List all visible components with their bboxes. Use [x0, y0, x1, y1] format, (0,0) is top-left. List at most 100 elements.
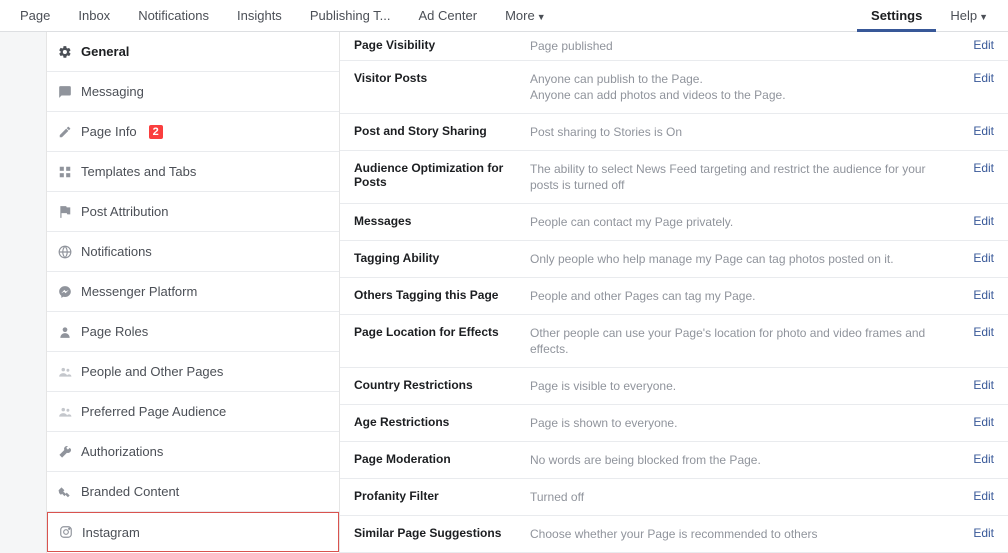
sidebar-item-page-info[interactable]: Page Info2 [47, 112, 339, 152]
setting-row-tagging-ability: Tagging Ability Only people who help mana… [340, 241, 1008, 278]
setting-row-visitor-posts: Visitor PostsAnyone can publish to the P… [340, 61, 1008, 114]
nav-notifications[interactable]: Notifications [124, 0, 223, 32]
setting-description-line2: Anyone can add photos and videos to the … [530, 87, 948, 103]
edit-link[interactable]: Edit [954, 38, 994, 52]
nav-publishing-t-[interactable]: Publishing T... [296, 0, 405, 32]
nav-settings[interactable]: Settings [857, 0, 936, 32]
sidebar-item-label: People and Other Pages [81, 364, 223, 379]
top-nav: PageInboxNotificationsInsightsPublishing… [0, 0, 1008, 32]
edit-link[interactable]: Edit [954, 214, 994, 228]
setting-description: Page published [530, 38, 948, 54]
sidebar-item-label: Templates and Tabs [81, 164, 196, 179]
top-nav-right: SettingsHelp▼ [857, 0, 1002, 32]
sidebar-item-label: Branded Content [81, 484, 179, 499]
setting-label: Country Restrictions [354, 378, 524, 392]
setting-label: Age Restrictions [354, 415, 524, 429]
sidebar-item-post-attribution[interactable]: Post Attribution [47, 192, 339, 232]
edit-link[interactable]: Edit [954, 415, 994, 429]
users-icon [57, 404, 73, 420]
settings-main: Page VisibilityPage publishedEditVisitor… [340, 32, 1008, 553]
sidebar-item-label: Instagram [82, 525, 140, 540]
flag-icon [57, 204, 73, 220]
setting-row-messages: Messages People can contact my Page priva… [340, 204, 1008, 241]
setting-label: Messages [354, 214, 524, 228]
edit-link[interactable]: Edit [954, 378, 994, 392]
person-icon [57, 324, 73, 340]
users-icon [57, 364, 73, 380]
setting-description: Only people who help manage my Page can … [530, 251, 948, 267]
content: GeneralMessagingPage Info2 Templates and … [0, 32, 1008, 553]
setting-label: Page Visibility [354, 38, 524, 52]
edit-link[interactable]: Edit [954, 71, 994, 85]
setting-row-similar-page-suggestions: Similar Page SuggestionsChoose whether y… [340, 516, 1008, 553]
nav-insights[interactable]: Insights [223, 0, 296, 32]
setting-label: Audience Optimization for Posts [354, 161, 524, 189]
nav-help[interactable]: Help▼ [936, 0, 1002, 32]
setting-label: Page Moderation [354, 452, 524, 466]
caret-down-icon: ▼ [537, 12, 546, 22]
setting-description: Post sharing to Stories is On [530, 124, 948, 140]
settings-list: Page VisibilityPage publishedEditVisitor… [340, 32, 1008, 553]
edit-link[interactable]: Edit [954, 452, 994, 466]
setting-description: People can contact my Page privately. [530, 214, 948, 230]
setting-description: No words are being blocked from the Page… [530, 452, 948, 468]
edit-link[interactable]: Edit [954, 161, 994, 175]
setting-description: Page is shown to everyone. [530, 415, 948, 431]
chat-icon [57, 84, 73, 100]
setting-description: Choose whether your Page is recommended … [530, 526, 948, 542]
sidebar-item-messenger-platform[interactable]: Messenger Platform [47, 272, 339, 312]
grid-icon [57, 164, 73, 180]
sidebar-item-preferred-page-audience[interactable]: Preferred Page Audience [47, 392, 339, 432]
nav-more[interactable]: More▼ [491, 0, 560, 32]
sidebar-item-label: Messenger Platform [81, 284, 197, 299]
setting-description: Turned off [530, 489, 948, 505]
sidebar-item-label: Post Attribution [81, 204, 168, 219]
wrench-icon [57, 444, 73, 460]
sidebar-item-label: Page Roles [81, 324, 148, 339]
top-nav-left: PageInboxNotificationsInsightsPublishing… [6, 0, 857, 32]
setting-row-age-restrictions: Age Restrictions Page is shown to everyon… [340, 405, 1008, 442]
setting-row-profanity-filter: Profanity Filter Turned off Edit [340, 479, 1008, 516]
handshake-icon [57, 484, 73, 500]
setting-label: Page Location for Effects [354, 325, 524, 339]
setting-description: Other people can use your Page's locatio… [530, 325, 948, 357]
sidebar-item-label: Authorizations [81, 444, 163, 459]
nav-inbox[interactable]: Inbox [64, 0, 124, 32]
setting-label: Post and Story Sharing [354, 124, 524, 138]
setting-label: Profanity Filter [354, 489, 524, 503]
caret-down-icon: ▼ [979, 12, 988, 22]
sidebar-item-general[interactable]: General [47, 32, 339, 72]
setting-label: Others Tagging this Page [354, 288, 524, 302]
edit-link[interactable]: Edit [954, 325, 994, 339]
nav-ad-center[interactable]: Ad Center [405, 0, 492, 32]
setting-label: Tagging Ability [354, 251, 524, 265]
nav-page[interactable]: Page [6, 0, 64, 32]
messenger-icon [57, 284, 73, 300]
sidebar-item-label: Preferred Page Audience [81, 404, 226, 419]
setting-row-others-tagging-this-page: Others Tagging this PagePeople and other… [340, 278, 1008, 315]
setting-description: The ability to select News Feed targetin… [530, 161, 948, 193]
sidebar-item-instagram[interactable]: Instagram [47, 512, 339, 552]
setting-row-page-moderation: Page Moderation No words are being blocke… [340, 442, 1008, 479]
globe-icon [57, 244, 73, 260]
setting-row-page-visibility: Page Visibility Page published Edit [340, 32, 1008, 61]
sidebar-item-notifications[interactable]: Notifications [47, 232, 339, 272]
settings-sidebar: GeneralMessagingPage Info2 Templates and … [46, 32, 340, 553]
edit-link[interactable]: Edit [954, 288, 994, 302]
sidebar-item-label: Notifications [81, 244, 152, 259]
sidebar-item-page-roles[interactable]: Page Roles [47, 312, 339, 352]
sidebar-item-branded-content[interactable]: Branded Content [47, 472, 339, 512]
sidebar-item-messaging[interactable]: Messaging [47, 72, 339, 112]
edit-link[interactable]: Edit [954, 124, 994, 138]
sidebar-item-people-and-other-pages[interactable]: People and Other Pages [47, 352, 339, 392]
setting-description: Page is visible to everyone. [530, 378, 948, 394]
setting-row-audience-optimization-for-posts: Audience Optimization for PostsThe abili… [340, 151, 1008, 204]
setting-description: Anyone can publish to the Page.Anyone ca… [530, 71, 948, 103]
setting-row-country-restrictions: Country Restrictions Page is visible to e… [340, 368, 1008, 405]
sidebar-item-authorizations[interactable]: Authorizations [47, 432, 339, 472]
sidebar-item-templates-and-tabs[interactable]: Templates and Tabs [47, 152, 339, 192]
setting-row-post-and-story-sharing: Post and Story Sharing Post sharing to St… [340, 114, 1008, 151]
edit-link[interactable]: Edit [954, 489, 994, 503]
gear-icon [57, 44, 73, 60]
edit-link[interactable]: Edit [954, 251, 994, 265]
